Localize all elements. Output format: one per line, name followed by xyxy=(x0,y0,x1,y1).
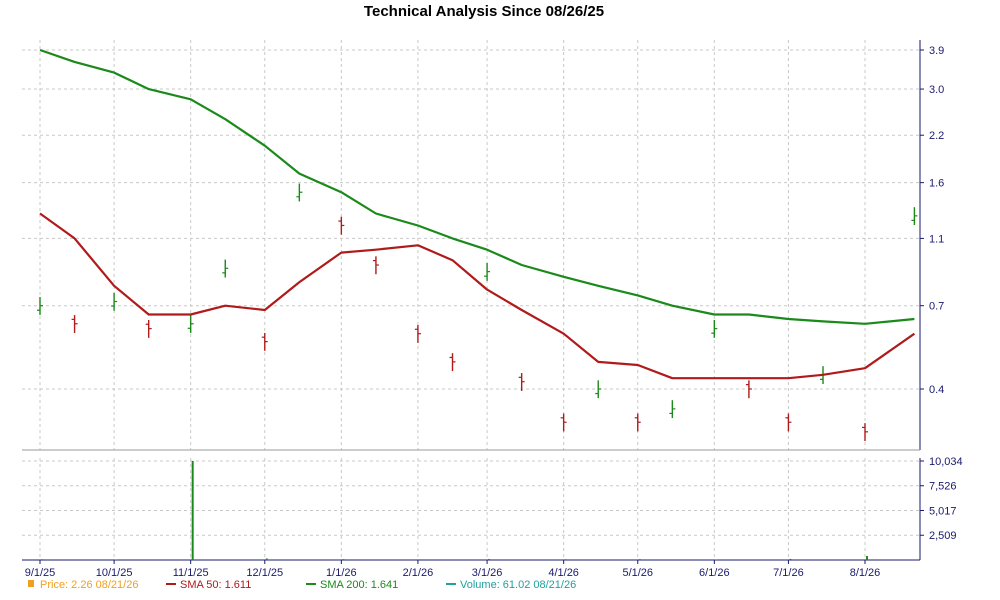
date-tick-label: 2/1/26 xyxy=(403,567,434,579)
price-tick-label: 3.0 xyxy=(929,84,944,96)
technical-analysis-chart: Technical Analysis Since 08/26/25 0.4 0.7… xyxy=(0,0,1000,600)
price-tick-label: 0.7 xyxy=(929,301,944,313)
price-tick-label: 2.2 xyxy=(929,130,944,142)
date-tick-label: 5/1/26 xyxy=(622,567,653,579)
volume-panel xyxy=(22,458,920,560)
price-tick-label: 1.1 xyxy=(929,233,944,245)
date-tick-label: 4/1/26 xyxy=(548,567,579,579)
legend-label: Volume: 61.02 08/21/26 xyxy=(460,579,576,591)
date-tick-label: 6/1/26 xyxy=(699,567,730,579)
price-tick-label: 1.6 xyxy=(929,178,944,190)
chart-title: Technical Analysis Since 08/26/25 xyxy=(364,3,604,20)
date-tick-label: 1/1/26 xyxy=(326,567,357,579)
volume-tick-label: 5,017 xyxy=(929,506,957,518)
volume-tick-label: 2,509 xyxy=(929,530,957,542)
legend-swatch-price xyxy=(28,580,34,587)
chart-canvas: Technical Analysis Since 08/26/25 0.4 0.7… xyxy=(22,3,963,591)
date-tick-label: 10/1/25 xyxy=(96,567,133,579)
legend: Price: 2.26 08/21/26 SMA 50: 1.611 SMA 200… xyxy=(28,579,576,591)
volume-tick-label: 7,526 xyxy=(929,481,957,493)
gridlines xyxy=(22,40,920,560)
date-tick-label: 8/1/26 xyxy=(850,567,881,579)
date-tick-label: 11/1/25 xyxy=(173,567,209,579)
volume-tick-label: 10,034 xyxy=(929,456,963,468)
price-tick-label: 0.4 xyxy=(929,384,944,396)
price-tick-label: 3.9 xyxy=(929,45,944,57)
date-tick-label: 3/1/26 xyxy=(472,567,503,579)
legend-label: Price: 2.26 08/21/26 xyxy=(40,579,138,591)
date-tick-label: 9/1/25 xyxy=(25,567,56,579)
date-tick-label: 7/1/26 xyxy=(773,567,804,579)
legend-label: SMA 50: 1.611 xyxy=(180,579,251,591)
date-tick-label: 12/1/25 xyxy=(246,567,283,579)
legend-label: SMA 200: 1.641 xyxy=(320,579,398,591)
